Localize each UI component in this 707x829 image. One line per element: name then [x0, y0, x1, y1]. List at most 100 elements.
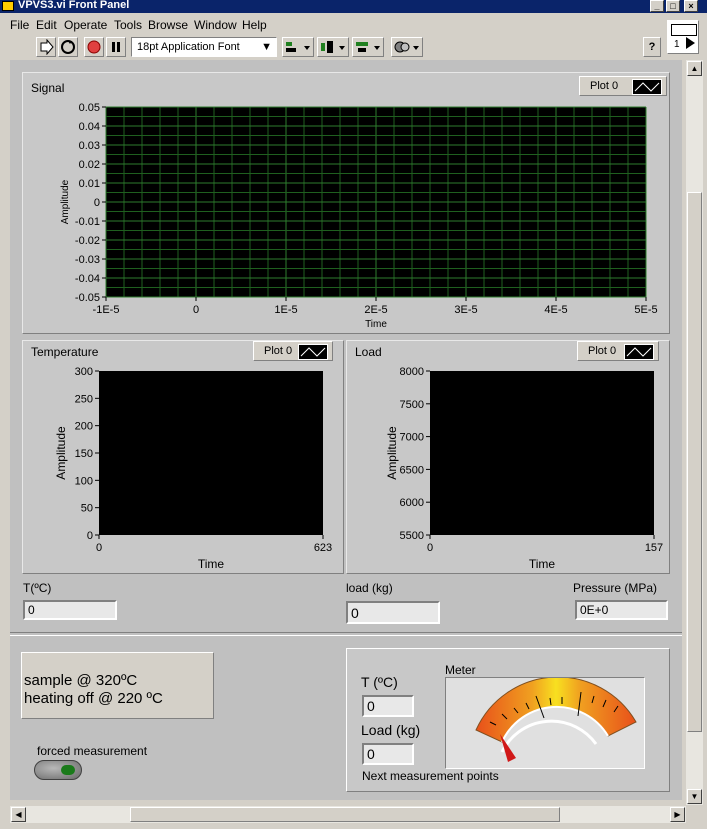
next-measurement-caption: Next measurement points — [362, 769, 499, 783]
next-measurement-cluster: T (ºC) 0 Load (kg) 0 Next measurement po… — [346, 648, 670, 792]
next-load-control[interactable]: 0 — [362, 743, 414, 765]
horizontal-scroll-thumb[interactable] — [130, 807, 560, 822]
y-tick-label: 0.03 — [79, 140, 100, 152]
y-tick-label: -0.02 — [75, 235, 100, 247]
temperature-chart: Temperature Plot 0 300 250 200 150 100 50 0 0 62… — [22, 340, 344, 574]
y-tick-label: 250 — [75, 393, 93, 405]
load-indicator-label: load (kg) — [346, 581, 393, 595]
load-plot[interactable]: 8000 7500 7000 6500 6000 55000 157 Time Amplitud… — [347, 341, 669, 573]
resize-objects-button[interactable] — [352, 37, 384, 57]
y-axis-label: Amplitude — [60, 179, 71, 224]
y-tick-label: -0.01 — [75, 216, 100, 228]
menu-bar: File Edit Operate Tools Browse Window He… — [0, 14, 665, 34]
y-tick-label: 6000 — [400, 497, 424, 509]
minimize-icon[interactable]: _ — [650, 0, 664, 12]
scroll-right-icon[interactable]: ▶ — [670, 807, 685, 822]
meter-gauge — [445, 676, 645, 769]
chevron-down-icon: ▼ — [261, 41, 272, 53]
x-tick-label: 2E-5 — [364, 304, 387, 316]
vi-icon[interactable]: 1 — [667, 20, 699, 54]
y-tick-label: 6500 — [400, 464, 424, 476]
align-icon — [286, 42, 310, 52]
distribute-objects-button[interactable] — [317, 37, 349, 57]
x-tick-label: 0 — [193, 304, 199, 316]
vi-icon-label: 1 — [674, 39, 680, 50]
menu-tools[interactable]: Tools — [114, 18, 142, 32]
vertical-scrollbar[interactable]: ▲ ▼ — [686, 60, 703, 805]
font-select-value: 18pt Application Font — [137, 41, 240, 53]
menu-help[interactable]: Help — [242, 18, 267, 32]
context-help-button[interactable]: ? — [643, 37, 661, 57]
meter-gauge-icon — [475, 676, 637, 762]
pressure-indicator: 0E+0 — [575, 600, 668, 620]
run-continuously-icon — [61, 40, 75, 54]
meter-label: Meter — [445, 663, 476, 677]
t-indicator: 0 — [23, 600, 117, 620]
menu-browse[interactable]: Browse — [148, 18, 188, 32]
y-tick-label: -0.04 — [75, 273, 100, 285]
plot-area-1 — [99, 371, 323, 535]
status-line-1: sample @ 320ºC — [24, 672, 138, 689]
scroll-up-icon[interactable]: ▲ — [687, 61, 702, 76]
menu-operate[interactable]: Operate — [64, 18, 107, 32]
next-load-label: Load (kg) — [361, 722, 421, 738]
toolbar: 18pt Application Font ▼ ? — [0, 34, 665, 60]
signal-chart: Signal Plot 0 0.05 0.04 0.03 0.02 0.01 0 -0.01… — [22, 72, 670, 334]
front-panel: Signal Plot 0 0.05 0.04 0.03 0.02 0.01 0 -0.01… — [10, 60, 682, 800]
x-tick-label: -1E-5 — [93, 304, 120, 316]
reorder-button[interactable] — [391, 37, 423, 57]
plot-area-2 — [430, 371, 654, 535]
close-icon[interactable]: × — [684, 0, 698, 12]
next-t-label: T (ºC) — [361, 674, 398, 690]
menu-file[interactable]: File — [10, 18, 29, 32]
run-arrow-icon — [686, 37, 695, 49]
panel-divider — [10, 632, 682, 636]
load-indicator: 0 — [346, 601, 440, 624]
led-indicator-icon — [61, 765, 75, 775]
status-line-2: heating off @ 220 ºC — [24, 690, 163, 707]
scroll-left-icon[interactable]: ◀ — [11, 807, 26, 822]
forced-measurement-button[interactable] — [34, 760, 82, 780]
y-tick-label: -0.03 — [75, 254, 100, 266]
next-t-control[interactable]: 0 — [362, 695, 414, 717]
y-tick-label: 300 — [75, 366, 93, 378]
window-title: VPVS3.vi Front Panel — [18, 0, 130, 11]
distribute-icon — [321, 41, 345, 53]
y-tick-label: 150 — [75, 448, 93, 460]
y-tick-label: 0.04 — [79, 121, 100, 133]
signal-plot[interactable]: 0.05 0.04 0.03 0.02 0.01 0 -0.01 -0.02 -0.03 -0.0… — [23, 73, 669, 333]
x-axis-label: Time — [365, 319, 387, 330]
x-tick-label: 623 — [314, 542, 332, 554]
maximize-icon[interactable]: □ — [666, 0, 680, 12]
x-axis-label: Time — [198, 557, 225, 571]
menu-window[interactable]: Window — [194, 18, 237, 32]
run-arrow-icon — [40, 38, 54, 56]
menu-edit[interactable]: Edit — [36, 18, 57, 32]
y-tick-label: 200 — [75, 421, 93, 433]
x-tick-label: 3E-5 — [454, 304, 477, 316]
y-tick-label: 7000 — [400, 432, 424, 444]
pause-button[interactable] — [106, 37, 126, 57]
temperature-plot[interactable]: 300 250 200 150 100 50 00 623 Time Amplitude — [23, 341, 343, 573]
scroll-down-icon[interactable]: ▼ — [687, 789, 702, 804]
help-icon: ? — [648, 41, 656, 53]
labview-logo-icon — [2, 1, 14, 11]
run-button[interactable] — [36, 37, 56, 57]
vertical-scroll-thumb[interactable] — [687, 192, 702, 732]
y-tick-label: 7500 — [400, 399, 424, 411]
y-tick-label: 50 — [81, 503, 93, 515]
pause-icon — [112, 42, 120, 52]
abort-button[interactable] — [84, 37, 104, 57]
font-select[interactable]: 18pt Application Font ▼ — [131, 37, 277, 57]
y-tick-label: 5500 — [400, 530, 424, 542]
horizontal-scrollbar[interactable]: ◀ ▶ — [10, 806, 686, 823]
y-axis-label: Amplitude — [54, 426, 68, 480]
x-tick-label: 1E-5 — [274, 304, 297, 316]
align-objects-button[interactable] — [282, 37, 314, 57]
y-tick-label: 0 — [94, 197, 100, 209]
t-indicator-label: T(ºC) — [23, 581, 52, 595]
stop-icon — [87, 40, 101, 54]
status-box: sample @ 320ºC heating off @ 220 ºC — [21, 652, 214, 719]
run-continuously-button[interactable] — [58, 37, 78, 57]
x-tick-label: 5E-5 — [634, 304, 657, 316]
